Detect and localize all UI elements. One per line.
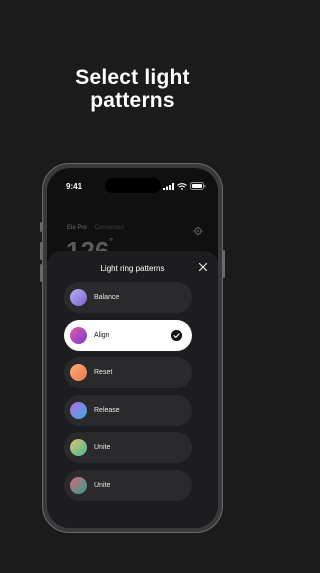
signal-icon [163,182,174,190]
status-icons [163,182,206,190]
pattern-label: Reset [94,369,113,377]
phone-power-button [223,250,225,278]
pattern-option-align[interactable]: Align [64,319,192,351]
pattern-swatch [70,439,87,457]
pattern-label: Balance [94,294,120,301]
background-value-unit: ° [109,236,113,246]
settings-gear-icon[interactable] [193,226,203,236]
sheet-title: Light ring patterns [100,264,165,273]
marketing-headline: Select light patterns [0,66,265,112]
close-icon[interactable] [197,261,209,273]
phone-volume-up-button [40,242,42,260]
pattern-option-unite-2[interactable]: Unite [64,469,192,501]
headline-line-1: Select light [75,66,190,89]
pattern-option-balance[interactable]: Balance [64,282,192,313]
phone-frame: 9:41 Ele Pro Connected ° Light ring patt… [40,163,225,533]
background-device-title: Ele Pro [67,225,87,231]
phone-volume-down-button [40,264,42,282]
pattern-options-list: Balance Align Reset Release Unite Unite [64,282,192,508]
battery-icon [190,182,206,190]
headline-line-2: patterns [90,89,175,112]
pattern-option-unite[interactable]: Unite [64,432,192,464]
dynamic-island [105,178,161,193]
pattern-swatch [70,364,87,382]
wifi-icon [177,182,187,190]
background-device-name: Ele Pro Connected [67,225,124,231]
pattern-option-release[interactable]: Release [64,394,192,426]
background-device-subtitle: Connected [94,225,124,231]
pattern-swatch [70,476,87,494]
pattern-label: Unite [94,444,111,452]
pattern-label: Release [94,406,120,414]
pattern-swatch [70,401,87,419]
pattern-label: Align [94,331,110,339]
pattern-option-reset[interactable]: Reset [64,357,192,389]
pattern-swatch [70,326,87,344]
pattern-label: Unite [94,481,111,489]
status-bar: 9:41 [47,168,218,198]
status-time: 9:41 [66,182,83,191]
pattern-swatch [70,289,87,306]
checkmark-icon [171,329,182,341]
phone-screen: 9:41 Ele Pro Connected ° Light ring patt… [47,168,218,528]
phone-side-button [40,222,42,232]
light-patterns-sheet: Light ring patterns Balance Align Reset … [47,251,218,528]
